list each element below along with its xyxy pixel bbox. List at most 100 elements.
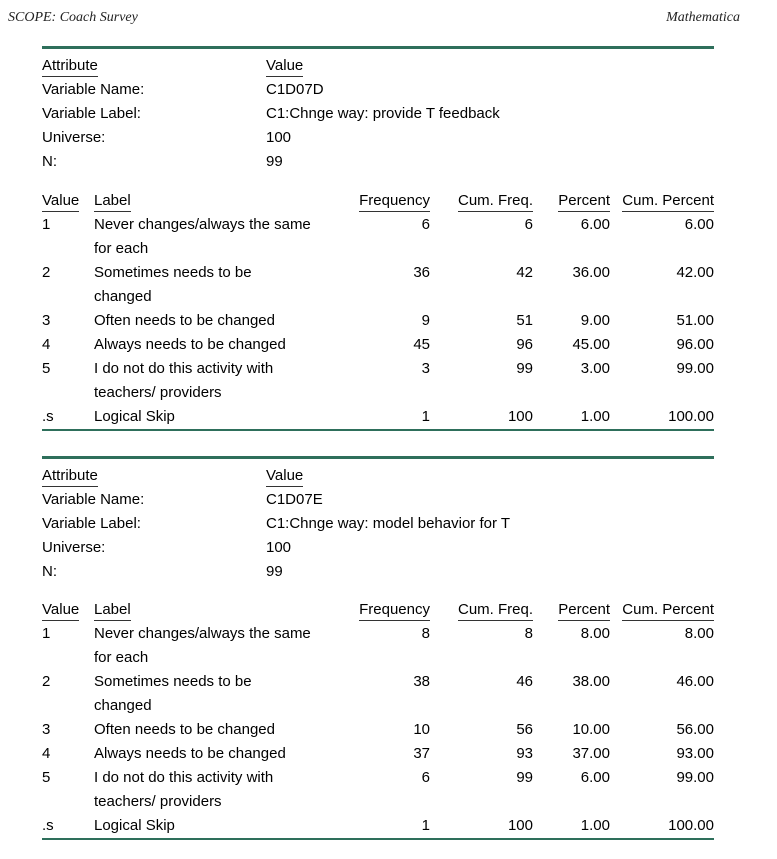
row-label: Logical Skip — [94, 408, 175, 425]
value-header: Value — [266, 466, 304, 487]
row-frequency: 1 — [421, 408, 430, 425]
row-label-continuation: teachers/ providers — [94, 384, 222, 401]
row-percent: 9.00 — [580, 312, 610, 329]
row-cum-percent: 100.00 — [668, 408, 714, 425]
attribute-value: 100 — [266, 129, 292, 146]
col-header-cum-percent: Cum. Percent — [622, 191, 714, 212]
row-label: I do not do this activity with — [94, 769, 274, 786]
table-row: 1 Never changes/always the same 6 6 6.00 6.00 — [42, 213, 714, 237]
row-label: I do not do this activity with — [94, 360, 274, 377]
row-percent: 37.00 — [572, 745, 610, 762]
table-bottom-rule — [42, 838, 714, 840]
row-cum-percent: 42.00 — [676, 264, 714, 281]
table-row: 5 I do not do this activity with 6 99 6.00 99… — [42, 766, 714, 790]
row-cum-percent: 56.00 — [676, 721, 714, 738]
row-percent: 45.00 — [572, 336, 610, 353]
table-row-continuation: teachers/ providers — [42, 790, 714, 814]
frequency-header-row: Value Label Frequency Cum. Freq. Percent… — [42, 191, 714, 215]
row-label-continuation: teachers/ providers — [94, 793, 222, 810]
col-header-percent: Percent — [558, 600, 610, 621]
row-frequency: 45 — [413, 336, 430, 353]
header-org-name: Mathematica — [666, 10, 740, 25]
attribute-label: Variable Label: — [42, 515, 141, 532]
table-row-continuation: changed — [42, 694, 714, 718]
frequency-header-row: Value Label Frequency Cum. Freq. Percent… — [42, 600, 714, 624]
row-cum-percent: 6.00 — [684, 216, 714, 233]
row-cum-freq: 96 — [516, 336, 533, 353]
row-percent: 6.00 — [580, 216, 610, 233]
row-cum-percent: 51.00 — [676, 312, 714, 329]
row-cum-freq: 99 — [516, 360, 533, 377]
row-percent: 1.00 — [580, 408, 610, 425]
row-percent: 38.00 — [572, 673, 610, 690]
row-value: 1 — [42, 216, 51, 233]
col-header-cum-percent: Cum. Percent — [622, 600, 714, 621]
row-frequency: 1 — [421, 817, 430, 834]
section-top-rule — [42, 46, 714, 49]
attribute-value: C1:Chnge way: provide T feedback — [266, 105, 500, 122]
row-frequency: 8 — [421, 625, 430, 642]
row-cum-freq: 8 — [524, 625, 533, 642]
row-frequency: 9 — [421, 312, 430, 329]
value-header: Value — [266, 56, 304, 77]
row-cum-freq: 42 — [516, 264, 533, 281]
row-value: 1 — [42, 625, 51, 642]
row-label: Often needs to be changed — [94, 312, 275, 329]
table-bottom-rule — [42, 429, 714, 431]
row-frequency: 37 — [413, 745, 430, 762]
row-cum-percent: 93.00 — [676, 745, 714, 762]
row-value: 4 — [42, 336, 51, 353]
col-header-label: Label — [94, 191, 131, 212]
row-label-continuation: for each — [94, 240, 149, 257]
row-value: 4 — [42, 745, 51, 762]
table-row: .s Logical Skip 1 100 1.00 100.00 — [42, 405, 714, 429]
row-cum-freq: 46 — [516, 673, 533, 690]
row-cum-percent: 99.00 — [676, 769, 714, 786]
row-cum-percent: 96.00 — [676, 336, 714, 353]
row-cum-freq: 6 — [524, 216, 533, 233]
attribute-label: N: — [42, 563, 57, 580]
attribute-value: 99 — [266, 563, 283, 580]
header-survey-title: SCOPE: Coach Survey — [8, 10, 138, 25]
col-header-cum-freq: Cum. Freq. — [457, 191, 533, 212]
table-row: 4 Always needs to be changed 37 93 37.00 93.0… — [42, 742, 714, 766]
row-cum-freq: 100 — [507, 817, 533, 834]
table-row-continuation: for each — [42, 237, 714, 261]
row-label-continuation: changed — [94, 288, 152, 305]
attribute-label: Universe: — [42, 539, 106, 556]
row-label: Never changes/always the same — [94, 216, 311, 233]
row-frequency: 6 — [421, 216, 430, 233]
row-label: Sometimes needs to be — [94, 264, 252, 281]
row-value: 5 — [42, 360, 51, 377]
row-cum-percent: 100.00 — [668, 817, 714, 834]
attribute-value: 100 — [266, 539, 292, 556]
row-percent: 36.00 — [572, 264, 610, 281]
row-value: 3 — [42, 312, 51, 329]
row-frequency: 38 — [413, 673, 430, 690]
col-header-cum-freq: Cum. Freq. — [457, 600, 533, 621]
table-row: 4 Always needs to be changed 45 96 45.00 96.0… — [42, 333, 714, 357]
attribute-label: Variable Label: — [42, 105, 141, 122]
section-top-rule — [42, 456, 714, 459]
col-header-frequency: Frequency — [359, 600, 430, 621]
row-cum-freq: 100 — [507, 408, 533, 425]
row-frequency: 3 — [421, 360, 430, 377]
attribute-value: C1D07E — [266, 491, 323, 508]
attribute-value: C1:Chnge way: model behavior for T — [266, 515, 511, 532]
table-row-continuation: for each — [42, 646, 714, 670]
row-cum-freq: 93 — [516, 745, 533, 762]
row-value: 5 — [42, 769, 51, 786]
row-value: .s — [42, 408, 54, 425]
row-label: Sometimes needs to be — [94, 673, 252, 690]
attribute-label: Variable Name: — [42, 81, 145, 98]
row-cum-freq: 56 — [516, 721, 533, 738]
table-row: 1 Never changes/always the same 8 8 8.00 8.00 — [42, 622, 714, 646]
row-percent: 10.00 — [572, 721, 610, 738]
table-row: 5 I do not do this activity with 3 99 3.00 99… — [42, 357, 714, 381]
attribute-label: N: — [42, 153, 57, 170]
col-header-frequency: Frequency — [359, 191, 430, 212]
row-label: Always needs to be changed — [94, 745, 286, 762]
row-value: .s — [42, 817, 54, 834]
row-value: 3 — [42, 721, 51, 738]
attribute-header: Attribute — [42, 56, 98, 77]
